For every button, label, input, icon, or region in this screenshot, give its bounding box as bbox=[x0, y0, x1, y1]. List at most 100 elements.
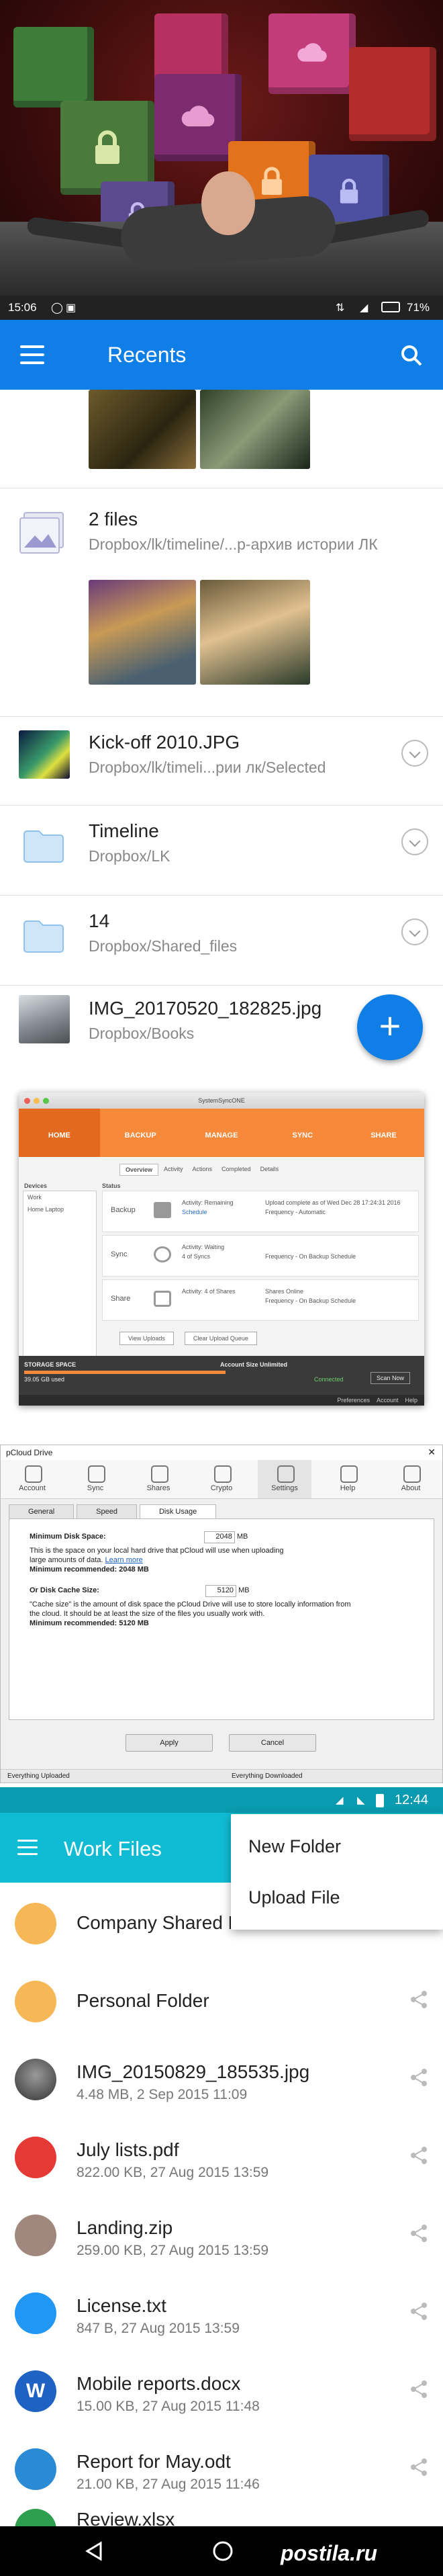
card-name: Sync bbox=[111, 1250, 128, 1258]
sync-card: Sync Activity: Waiting 4 of Syncs Freque… bbox=[102, 1235, 419, 1277]
tab-general[interactable]: General bbox=[9, 1504, 75, 1518]
list-item[interactable]: W Mobile reports.docx 15.00 KB, 27 Aug 2… bbox=[0, 2350, 443, 2428]
toolbar-about[interactable]: About bbox=[384, 1460, 438, 1498]
upload-status: Everything Uploaded bbox=[7, 1772, 70, 1780]
storage-label: STORAGE SPACE bbox=[24, 1361, 77, 1368]
clear-queue-button[interactable]: Clear Upload Queue bbox=[184, 1332, 257, 1345]
share-icon[interactable] bbox=[409, 2146, 428, 2165]
learn-more-link[interactable]: Learn more bbox=[105, 1556, 143, 1564]
list-item[interactable]: Report for May.odt 21.00 KB, 27 Aug 2015… bbox=[0, 2428, 443, 2506]
list-item[interactable]: Review.xlsx bbox=[0, 2506, 443, 2526]
view-uploads-button[interactable]: View Uploads bbox=[119, 1332, 174, 1345]
photo-thumbnail bbox=[19, 730, 70, 779]
tab-disk-usage[interactable]: Disk Usage bbox=[139, 1504, 217, 1518]
list-item[interactable]: Timeline Dropbox/LK bbox=[0, 806, 443, 896]
account-link[interactable]: Account bbox=[377, 1395, 399, 1406]
file-meta: 847 B, 27 Aug 2015 13:59 bbox=[77, 2321, 240, 2336]
close-icon[interactable]: ✕ bbox=[428, 1447, 436, 1458]
toolbar-shares[interactable]: Shares bbox=[132, 1460, 185, 1498]
cache-help: "Cache size" is the amount of disk space… bbox=[30, 1600, 351, 1618]
toolbar-account[interactable]: Account bbox=[5, 1460, 59, 1498]
photo-thumbnail[interactable] bbox=[89, 390, 196, 469]
share-icon[interactable] bbox=[409, 2302, 428, 2321]
add-button[interactable]: + bbox=[357, 994, 423, 1060]
list-item[interactable]: License.txt 847 B, 27 Aug 2015 13:59 bbox=[0, 2272, 443, 2350]
nav-backup[interactable]: BACKUP bbox=[100, 1109, 181, 1157]
tab-activity[interactable]: Activity bbox=[160, 1164, 187, 1176]
tab-actions[interactable]: Actions bbox=[189, 1164, 217, 1176]
card-name: Share bbox=[111, 1295, 131, 1303]
maximize-icon[interactable] bbox=[43, 1098, 49, 1104]
device-item[interactable]: Home Laptop bbox=[23, 1203, 96, 1215]
status-bar: 15:06 ◯ ▣ ⇅ ◢ 71% bbox=[0, 296, 443, 320]
share-icon[interactable] bbox=[409, 2380, 428, 2399]
close-icon[interactable] bbox=[24, 1098, 30, 1104]
menu-icon[interactable] bbox=[17, 1840, 38, 1858]
nav-home[interactable]: HOME bbox=[19, 1109, 100, 1157]
share-icon[interactable] bbox=[409, 2224, 428, 2243]
upload-file-menu-item[interactable]: Upload File bbox=[231, 1872, 443, 1923]
new-folder-menu-item[interactable]: New Folder bbox=[231, 1821, 443, 1872]
toolbar-settings[interactable]: Settings bbox=[258, 1460, 311, 1498]
status-heading: Status bbox=[102, 1183, 121, 1189]
share-icon[interactable] bbox=[409, 1990, 428, 2009]
list-item[interactable]: IMG_20150829_185535.jpg 4.48 MB, 2 Sep 2… bbox=[0, 2038, 443, 2116]
folder-icon bbox=[15, 1981, 56, 2022]
list-item[interactable]: 14 Dropbox/Shared_files bbox=[0, 896, 443, 986]
schedule-link[interactable]: Schedule bbox=[182, 1209, 207, 1215]
list-item[interactable]: Kick-off 2010.JPG Dropbox/lk/timeli...ри… bbox=[0, 717, 443, 806]
card-frequency: Frequency - On Backup Schedule bbox=[265, 1297, 356, 1304]
min-disk-help: This is the space on your local hard dri… bbox=[30, 1547, 284, 1564]
min-disk-input[interactable]: 2048 bbox=[203, 1531, 235, 1543]
wifi-icon: ◢ bbox=[360, 302, 368, 314]
minimize-icon[interactable] bbox=[34, 1098, 40, 1104]
photo-thumbnail[interactable] bbox=[200, 390, 310, 469]
share-icon[interactable] bbox=[409, 2458, 428, 2477]
nav-sync[interactable]: SYNC bbox=[262, 1109, 343, 1157]
preferences-link[interactable]: Preferences bbox=[337, 1395, 370, 1406]
file-meta: 4.48 MB, 2 Sep 2015 11:09 bbox=[77, 2087, 248, 2102]
toolbar-help[interactable]: Help bbox=[321, 1460, 375, 1498]
window-title: SystemSyncONE bbox=[198, 1097, 245, 1104]
nav-share[interactable]: SHARE bbox=[343, 1109, 424, 1157]
list-item[interactable]: 2 files Dropbox/lk/timeline/...р-архив и… bbox=[0, 488, 443, 717]
tab-details[interactable]: Details bbox=[256, 1164, 283, 1176]
menu-icon[interactable] bbox=[20, 345, 44, 364]
window-title: pCloud Drive bbox=[6, 1448, 53, 1457]
chevron-down-icon[interactable] bbox=[401, 740, 428, 767]
scan-now-button[interactable]: Scan Now bbox=[371, 1372, 411, 1384]
home-icon[interactable] bbox=[212, 2540, 234, 2562]
list-item[interactable]: Personal Folder bbox=[0, 1961, 443, 2038]
search-icon[interactable] bbox=[400, 344, 423, 367]
device-item[interactable]: Work bbox=[23, 1191, 96, 1203]
item-title: Kick-off 2010.JPG bbox=[89, 732, 240, 753]
cache-size-input[interactable]: 5120 bbox=[205, 1585, 237, 1597]
file-name: July lists.pdf bbox=[77, 2139, 179, 2160]
battery-icon bbox=[376, 1794, 384, 1807]
photo-thumbnail[interactable] bbox=[200, 580, 310, 685]
tab-completed[interactable]: Completed bbox=[217, 1164, 255, 1176]
toolbar: Account Sync Shares Crypto Settings Help… bbox=[1, 1460, 442, 1499]
back-icon[interactable] bbox=[85, 2541, 105, 2561]
nav-manage[interactable]: MANAGE bbox=[181, 1109, 262, 1157]
help-link[interactable]: Help bbox=[405, 1395, 417, 1406]
cancel-button[interactable]: Cancel bbox=[229, 1734, 316, 1752]
toolbar-sync[interactable]: Sync bbox=[68, 1460, 122, 1498]
photo-thumbnail[interactable] bbox=[89, 580, 196, 685]
card-activity: Activity: Waiting bbox=[182, 1244, 225, 1250]
share-icon[interactable] bbox=[409, 2068, 428, 2087]
chevron-down-icon[interactable] bbox=[401, 918, 428, 945]
lock-cube bbox=[349, 47, 436, 141]
chevron-down-icon[interactable] bbox=[401, 828, 428, 855]
toolbar-crypto[interactable]: Crypto bbox=[195, 1460, 248, 1498]
image-group-icon bbox=[19, 512, 64, 554]
tab-overview[interactable]: Overview bbox=[119, 1164, 159, 1176]
item-path: Dropbox/Books bbox=[89, 1025, 195, 1042]
list-item[interactable]: July lists.pdf 822.00 KB, 27 Aug 2015 13… bbox=[0, 2116, 443, 2194]
list-item[interactable]: Landing.zip 259.00 KB, 27 Aug 2015 13:59 bbox=[0, 2194, 443, 2272]
status-bar: ◢ ◣ 12:44 bbox=[0, 1787, 443, 1813]
tab-speed[interactable]: Speed bbox=[77, 1504, 137, 1518]
card-frequency: Frequency - Automatic bbox=[265, 1209, 326, 1215]
image-thumbnail bbox=[15, 2059, 56, 2100]
apply-button[interactable]: Apply bbox=[126, 1734, 213, 1752]
